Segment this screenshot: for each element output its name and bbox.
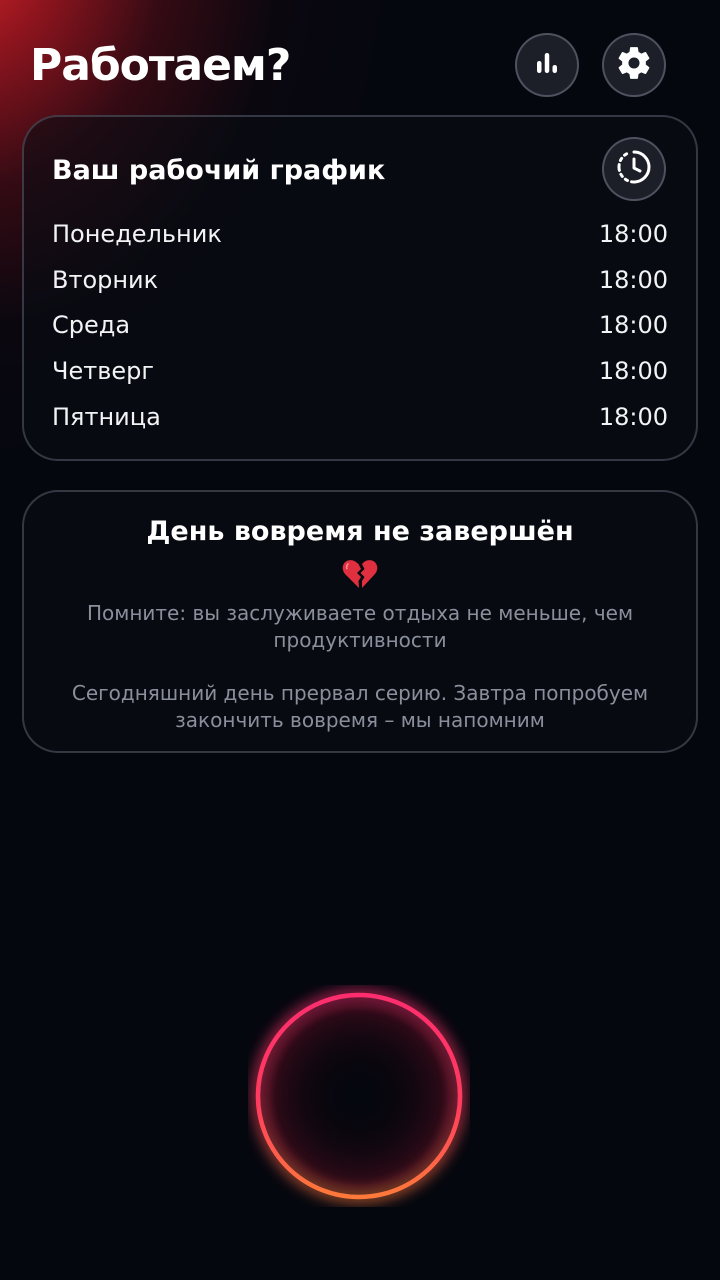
- schedule-time: 18:00: [598, 402, 668, 431]
- schedule-day: Понедельник: [52, 219, 222, 248]
- schedule-time: 18:00: [598, 265, 668, 294]
- schedule-day: Пятница: [52, 402, 161, 431]
- schedule-title: Ваш рабочий график: [52, 155, 386, 186]
- gear-icon: [615, 44, 653, 86]
- schedule-row-thursday: Четверг 18:00: [52, 348, 668, 394]
- broken-heart-icon: [24, 558, 696, 590]
- glowing-ring-icon: [253, 990, 465, 1202]
- bar-chart-icon: [532, 48, 562, 82]
- schedule-history-button[interactable]: [602, 137, 666, 201]
- schedule-day: Четверг: [52, 357, 154, 386]
- day-status-card: День вовремя не завершён Помните: вы зас…: [22, 490, 698, 753]
- schedule-time: 18:00: [598, 311, 668, 340]
- settings-button[interactable]: [602, 33, 666, 97]
- status-message-rest: Помните: вы заслуживаете отдыха не меньш…: [86, 601, 634, 652]
- status-message-streak: Сегодняшний день прервал серию. Завтра п…: [71, 681, 649, 732]
- stats-button[interactable]: [515, 33, 579, 97]
- schedule-row-wednesday: Среда 18:00: [52, 303, 668, 349]
- app-screen: Работаем? Ваш рабочий график Понедельник…: [0, 0, 720, 1280]
- schedule-row-friday: Пятница 18:00: [52, 394, 668, 440]
- app-title: Работаем?: [30, 40, 291, 91]
- schedule-list: Понедельник 18:00 Вторник 18:00 Среда 18…: [52, 211, 668, 440]
- start-day-button[interactable]: [248, 985, 470, 1207]
- schedule-card: Ваш рабочий график Понедельник 18:00 Вто…: [22, 115, 698, 461]
- schedule-day: Среда: [52, 311, 131, 340]
- clock-history-icon: [614, 147, 654, 191]
- status-title: День вовремя не завершён: [146, 516, 574, 547]
- schedule-day: Вторник: [52, 265, 159, 294]
- schedule-time: 18:00: [598, 357, 668, 386]
- schedule-time: 18:00: [598, 219, 668, 248]
- schedule-row-monday: Понедельник 18:00: [52, 211, 668, 257]
- schedule-row-tuesday: Вторник 18:00: [52, 257, 668, 303]
